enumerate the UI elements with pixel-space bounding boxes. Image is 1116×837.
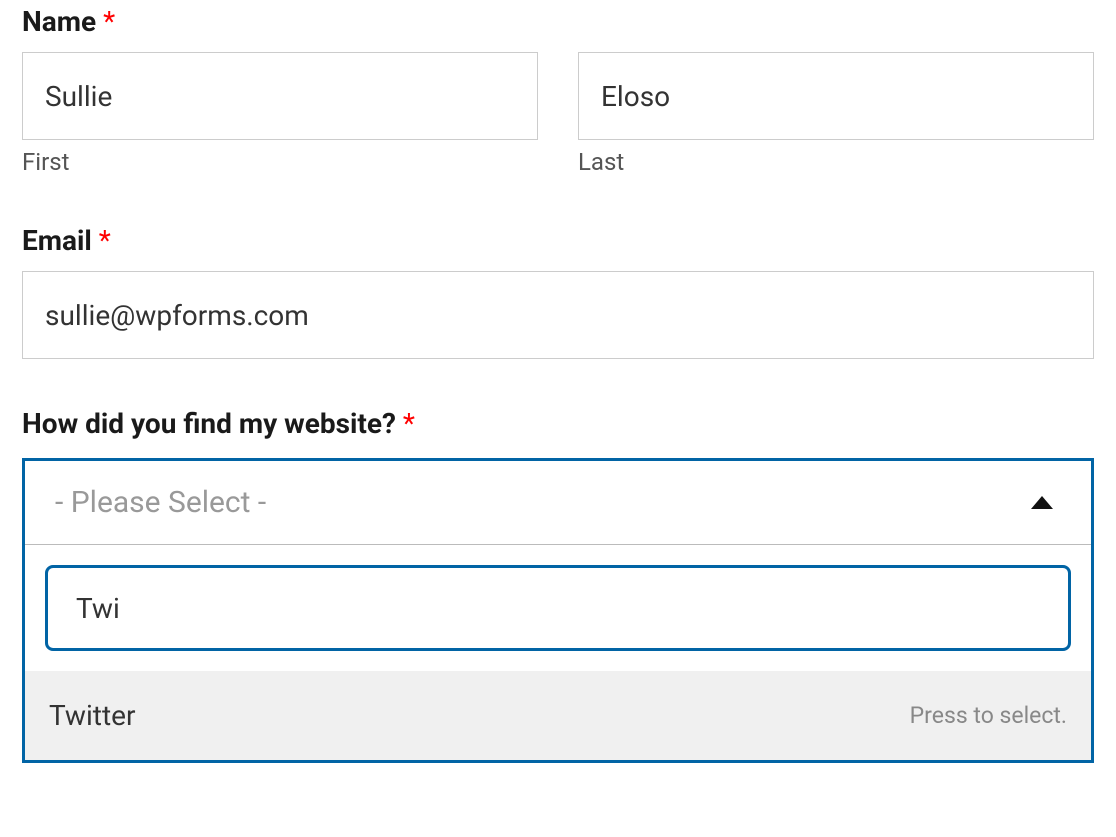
- required-marker: *: [103, 5, 115, 38]
- dropdown-option-hint: Press to select.: [910, 702, 1067, 729]
- dropdown-placeholder: - Please Select -: [55, 485, 266, 520]
- caret-up-icon: [1031, 496, 1053, 509]
- email-label: Email *: [22, 224, 1094, 257]
- dropdown-toggle[interactable]: - Please Select -: [25, 461, 1091, 545]
- dropdown-search-wrap: [25, 545, 1091, 671]
- source-dropdown: - Please Select - Twitter Press to selec…: [22, 458, 1094, 763]
- source-label-text: How did you find my website?: [22, 407, 396, 440]
- email-field: Email *: [22, 224, 1094, 359]
- source-field: How did you find my website? * - Please …: [22, 407, 1094, 763]
- dropdown-option-label: Twitter: [49, 699, 135, 732]
- required-marker: *: [403, 407, 415, 440]
- dropdown-search-input[interactable]: [45, 565, 1071, 651]
- email-label-text: Email: [22, 224, 92, 257]
- name-label: Name *: [22, 5, 1094, 38]
- first-name-sublabel: First: [22, 148, 538, 176]
- last-name-input[interactable]: [578, 52, 1094, 140]
- first-name-input[interactable]: [22, 52, 538, 140]
- name-label-text: Name: [22, 5, 96, 38]
- name-field: Name * First Last: [22, 5, 1094, 176]
- dropdown-option-twitter[interactable]: Twitter Press to select.: [25, 671, 1091, 760]
- last-name-sublabel: Last: [578, 148, 1094, 176]
- source-label: How did you find my website? *: [22, 407, 1094, 440]
- email-input[interactable]: [22, 271, 1094, 359]
- required-marker: *: [99, 224, 111, 257]
